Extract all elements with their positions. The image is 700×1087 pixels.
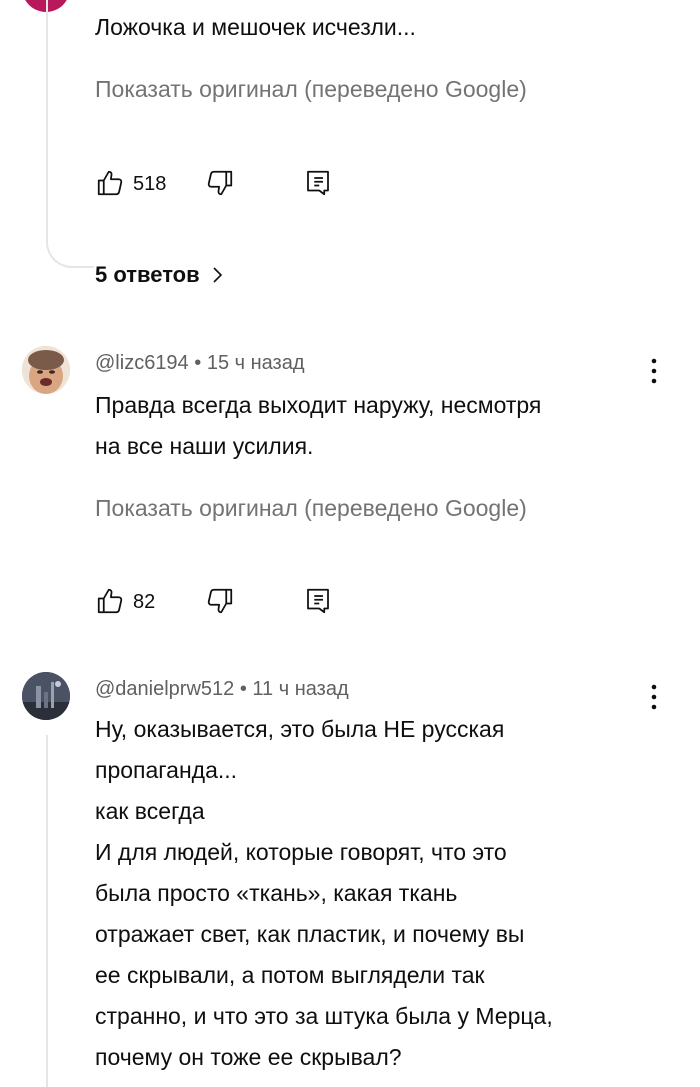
- comment-author[interactable]: @danielprw512: [95, 678, 234, 700]
- comment-text-line: почему он тоже ее скрывал?: [95, 1044, 402, 1070]
- comment-text-line: ее скрывали, а потом выглядели так: [95, 962, 485, 988]
- more-vert-icon: [651, 684, 657, 710]
- like-button[interactable]: [95, 168, 125, 198]
- comment-author[interactable]: @lizc6194: [95, 352, 189, 374]
- thread-line: [46, 735, 48, 1087]
- comment-time: 15 ч назад: [206, 352, 305, 374]
- like-icon: [97, 588, 123, 614]
- comment-text-line: Правда всегда выходит наружу, несмотря: [95, 392, 542, 418]
- comment-text-line: пропаганда...: [95, 757, 238, 783]
- meta-separator: •: [239, 678, 247, 700]
- dislike-icon: [207, 170, 233, 196]
- avatar[interactable]: [22, 346, 70, 394]
- comment-text: Ложочка и мешочек исчезли...: [95, 14, 416, 40]
- replies-label: 5 ответов: [95, 262, 200, 287]
- meta-separator: •: [194, 352, 202, 374]
- dislike-icon: [207, 588, 233, 614]
- reply-button[interactable]: [303, 586, 333, 616]
- comment-text-line: на все наши усилия.: [95, 433, 314, 459]
- show-original-link[interactable]: Показать оригинал (переведено Google): [95, 495, 527, 522]
- like-count: 518: [133, 173, 167, 195]
- more-options-button[interactable]: [642, 682, 666, 712]
- reply-icon: [307, 588, 329, 614]
- thread-line: [46, 0, 94, 268]
- like-icon: [97, 170, 123, 196]
- comment-text-line: была просто «ткань», какая ткань: [95, 880, 458, 906]
- like-count: 82: [133, 591, 156, 613]
- dislike-button[interactable]: [205, 168, 235, 198]
- comment-text-line: И для людей, которые говорят, что это: [95, 839, 507, 865]
- dislike-button[interactable]: [205, 586, 235, 616]
- chevron-right-icon: [213, 267, 222, 283]
- comment-time: 11 ч назад: [252, 678, 349, 700]
- avatar[interactable]: [22, 672, 70, 720]
- like-button[interactable]: [95, 586, 125, 616]
- show-original-link[interactable]: Показать оригинал (переведено Google): [95, 76, 527, 103]
- replies-toggle[interactable]: 5 ответов: [95, 262, 224, 288]
- comment-text-line: как всегда: [95, 798, 205, 824]
- comment-text: Правда всегда выходит наружу, несмотря н…: [95, 385, 675, 467]
- comment-text-line: отражает свет, как пластик, и почему вы: [95, 921, 525, 947]
- more-options-button[interactable]: [642, 356, 666, 386]
- comment-text-line: странно, и что это за штука была у Мерца…: [95, 1003, 553, 1029]
- comment-text: Ну, оказывается, это была НЕ русская про…: [95, 709, 685, 1078]
- more-vert-icon: [651, 358, 657, 384]
- reply-icon: [307, 170, 329, 196]
- comment-text-line: Ну, оказывается, это была НЕ русская: [95, 716, 505, 742]
- reply-button[interactable]: [303, 168, 333, 198]
